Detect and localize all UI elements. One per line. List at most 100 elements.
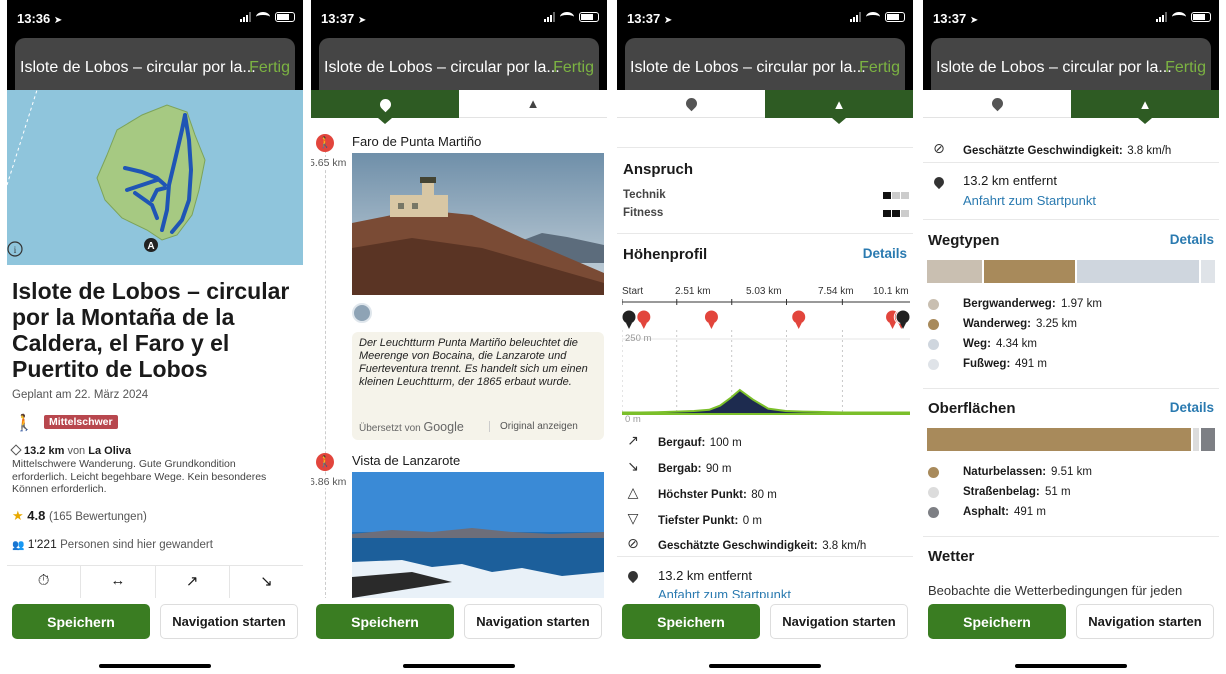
- ascent-icon: ↗: [154, 566, 229, 598]
- tour-title: Islote de Lobos – circular por la Montañ…: [12, 278, 290, 382]
- people-icon: 👥: [12, 540, 25, 551]
- legend-dot: [928, 507, 939, 518]
- waypoint-marker-icon: 🚶: [316, 453, 334, 471]
- home-indicator: [99, 664, 211, 668]
- poi-distance: 5.65 km: [311, 157, 347, 169]
- wegtypen-bar: [927, 260, 1215, 283]
- details-link[interactable]: Details: [863, 246, 907, 261]
- oberflaechen-details-link[interactable]: Details: [1170, 400, 1214, 415]
- route-map[interactable]: A i: [7, 89, 303, 265]
- legend-label: Straßenbelag:: [963, 486, 1040, 498]
- elevation-chart[interactable]: [621, 284, 911, 424]
- bottom-bar: Speichern Navigation starten: [617, 598, 913, 674]
- marker-tail: [626, 323, 632, 329]
- waypoint-marker-icon: 🚶: [316, 134, 334, 152]
- mountain-icon: ▲: [1138, 96, 1152, 112]
- tab-waypoints[interactable]: [617, 90, 765, 118]
- done-button[interactable]: Fertig: [249, 59, 290, 77]
- wegtypen-details-link[interactable]: Details: [1170, 232, 1214, 247]
- save-button[interactable]: Speichern: [928, 604, 1066, 639]
- timer-icon: ⏱: [37, 572, 50, 589]
- battery-icon: [579, 12, 599, 22]
- descent-icon: ↘: [627, 457, 639, 474]
- stats-row: ⏱ ↔ ↗ ↘: [7, 565, 303, 598]
- done-button[interactable]: Fertig: [859, 59, 900, 77]
- screen-waypoints: 13:37 ➤ Islote de Lobos – circular por l…: [311, 0, 607, 674]
- fitness-level: [883, 210, 909, 217]
- legend-value: 491 m: [1015, 358, 1047, 370]
- done-button[interactable]: Fertig: [1165, 59, 1206, 77]
- poi-title[interactable]: Faro de Punta Martiño: [352, 134, 481, 149]
- distance-line: 13.2 km von La Oliva: [10, 444, 131, 457]
- tab-details[interactable]: ▲: [1071, 90, 1219, 124]
- navigation-start-button[interactable]: Navigation starten: [770, 604, 908, 639]
- tour-description: Mittelschwere Wanderung. Gute Grundkondi…: [12, 458, 267, 495]
- legend-row: Weg: 4.34 km: [923, 338, 1219, 358]
- wifi-icon: [1172, 12, 1186, 22]
- directions-link[interactable]: Anfahrt zum Startpunkt: [963, 193, 1096, 208]
- tab-bar: ▲: [311, 90, 607, 124]
- marker-tail: [640, 323, 647, 329]
- save-button[interactable]: Speichern: [316, 604, 454, 639]
- location-arrow-icon: ➤: [663, 15, 673, 26]
- battery-icon: [885, 12, 905, 22]
- legend-value: 51 m: [1045, 486, 1071, 498]
- bar-segment: [927, 428, 1192, 451]
- google-logo: Google: [423, 420, 464, 434]
- legend-dot: [928, 339, 939, 350]
- ascent-icon: ↗: [627, 431, 639, 448]
- signal-icon: [544, 12, 555, 22]
- lowest-point-icon: ▽: [627, 509, 639, 526]
- diamond-icon: [10, 444, 22, 456]
- poi-distance: 6.86 km: [311, 476, 347, 488]
- home-indicator: [403, 664, 515, 668]
- battery-icon: [275, 12, 295, 22]
- show-original-link[interactable]: Original anzeigen: [489, 421, 578, 432]
- start-marker-icon: [621, 309, 637, 325]
- signal-icon: [850, 12, 861, 22]
- location-pin-icon: [931, 174, 947, 190]
- map-pin-icon: [683, 95, 699, 112]
- save-button[interactable]: Speichern: [12, 604, 150, 639]
- timeline-line: [325, 140, 326, 600]
- marker-tail: [795, 323, 802, 329]
- tab-details[interactable]: ▲: [459, 90, 607, 118]
- save-button[interactable]: Speichern: [622, 604, 760, 639]
- tab-waypoints[interactable]: [923, 90, 1071, 118]
- end-marker-icon: [895, 309, 911, 325]
- poi-photo-coast[interactable]: [352, 472, 604, 598]
- location-arrow-icon: ➤: [969, 15, 979, 26]
- legend-label: Fußweg:: [963, 358, 1011, 370]
- wegtypen-list: Bergwanderweg: 1.97 km Wanderweg: 3.25 km We…: [923, 298, 1219, 378]
- navigation-start-button[interactable]: Navigation starten: [160, 604, 298, 639]
- wifi-icon: [560, 12, 574, 22]
- translation-note: Übersetzt von Google: [359, 420, 464, 434]
- nav-bar: Islote de Lobos – circular por la... Fer…: [923, 36, 1219, 90]
- star-icon: ★: [12, 508, 24, 523]
- nav-bar: Islote de Lobos – circular por la... Fer…: [617, 36, 913, 90]
- legend-dot: [928, 487, 939, 498]
- status-time: 13:37 ➤: [627, 11, 673, 26]
- navigation-start-button[interactable]: Navigation starten: [464, 604, 602, 639]
- tab-details[interactable]: ▲: [765, 90, 913, 124]
- technik-level: [883, 192, 909, 199]
- bar-segment: [927, 260, 983, 283]
- wifi-icon: [256, 12, 270, 22]
- poi-photo-lighthouse[interactable]: [352, 153, 604, 295]
- avatar[interactable]: [352, 303, 372, 323]
- signal-icon: [240, 12, 251, 22]
- status-bar: 13:37 ➤: [923, 0, 1219, 36]
- legend-row: Naturbelassen: 9.51 km: [923, 466, 1219, 486]
- tab-waypoints[interactable]: [311, 90, 459, 124]
- technik-label: Technik: [623, 189, 666, 201]
- poi-marker-icon: [791, 309, 807, 325]
- legend-row: Wanderweg: 3.25 km: [923, 318, 1219, 338]
- section-oberflaechen: Oberflächen: [928, 400, 1016, 417]
- legend-row: Asphalt: 491 m: [923, 506, 1219, 526]
- nav-title: Islote de Lobos – circular por la...: [324, 59, 560, 76]
- done-button[interactable]: Fertig: [553, 59, 594, 77]
- poi-title[interactable]: Vista de Lanzarote: [352, 453, 460, 468]
- ascent-row: Bergauf: 100 m: [658, 437, 742, 449]
- navigation-start-button[interactable]: Navigation starten: [1076, 604, 1214, 639]
- section-wetter: Wetter: [928, 548, 975, 565]
